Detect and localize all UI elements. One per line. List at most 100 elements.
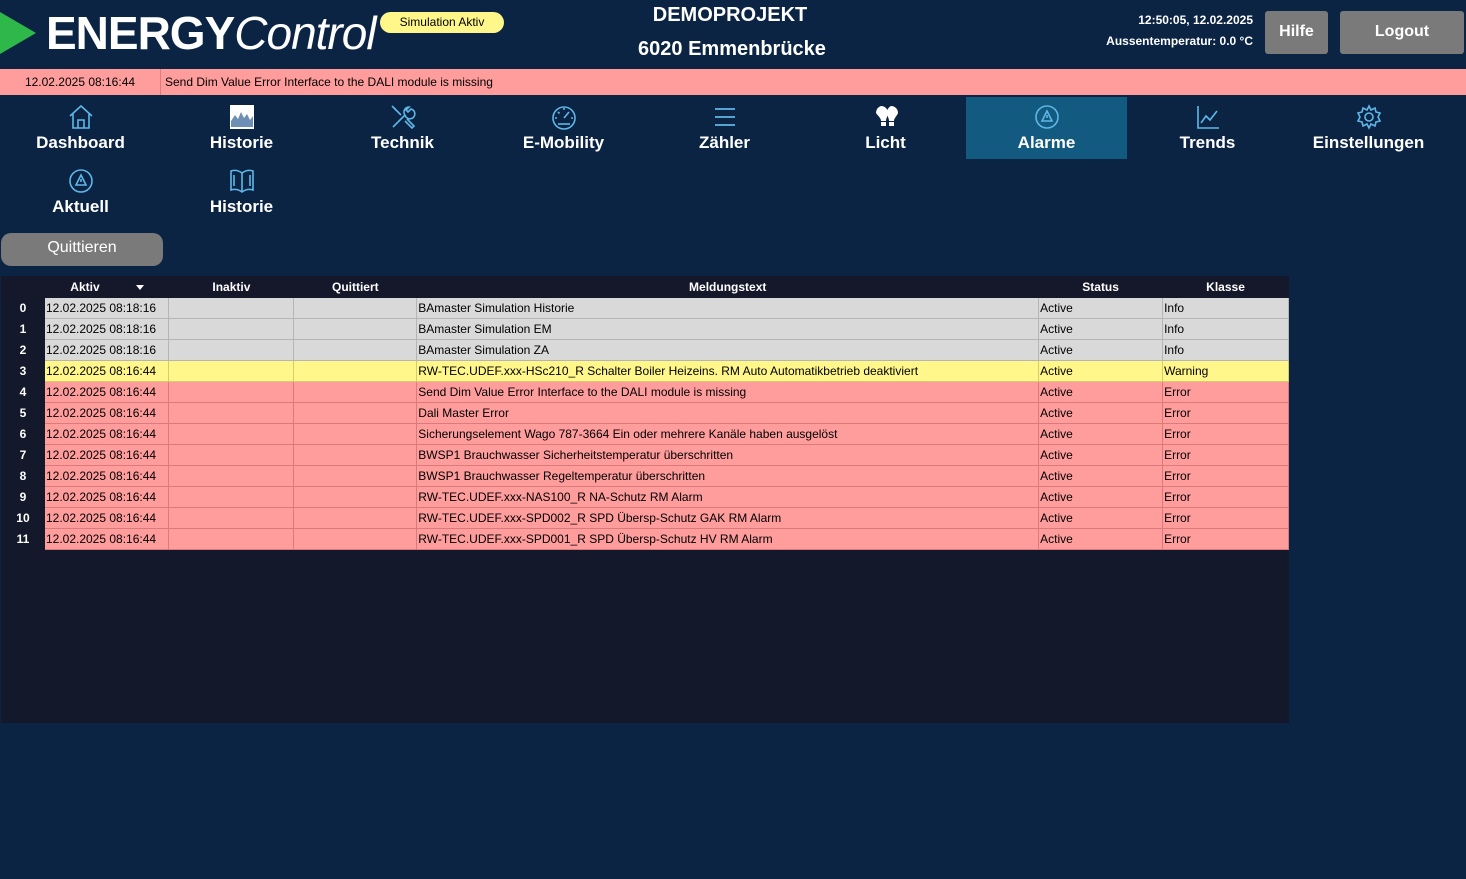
alarm-table-body: 0 12.02.2025 08:18:16 BAmaster Simulation … xyxy=(1,298,1289,550)
cell-quittiert xyxy=(293,381,418,403)
table-header-row: Aktiv Inaktiv Quittiert Meldungstext Sta… xyxy=(1,276,1289,298)
cell-aktiv: 12.02.2025 08:16:44 xyxy=(44,507,170,529)
nav-technik[interactable]: Technik xyxy=(322,97,483,159)
nav-label: E-Mobility xyxy=(522,133,605,152)
cell-inaktiv xyxy=(168,465,295,487)
acknowledge-button[interactable]: Quittieren xyxy=(1,233,163,266)
cell-inaktiv xyxy=(168,360,295,382)
cell-quittiert xyxy=(293,423,418,445)
subnav-label: Aktuell xyxy=(52,197,109,216)
column-header-inaktiv[interactable]: Inaktiv xyxy=(168,276,294,298)
nav-label: Zähler xyxy=(698,133,751,152)
cell-inaktiv xyxy=(168,486,295,508)
cell-inaktiv xyxy=(168,402,295,424)
book-icon xyxy=(161,167,322,195)
history-chart-icon xyxy=(161,103,322,131)
subnav-aktuell[interactable]: Aktuell xyxy=(0,161,161,223)
cell-meldungstext: BWSP1 Brauchwasser Regeltemperatur übers… xyxy=(416,465,1040,487)
cell-klasse: Info xyxy=(1162,318,1289,340)
cell-status: Active xyxy=(1038,528,1164,550)
cell-klasse: Error xyxy=(1162,507,1289,529)
alarm-icon xyxy=(966,103,1127,131)
row-index: 4 xyxy=(1,381,45,403)
gear-icon xyxy=(1288,103,1449,131)
nav-einstellungen[interactable]: Einstellungen xyxy=(1288,97,1449,159)
simulation-badge: Simulation Aktiv xyxy=(380,12,504,33)
gauge-icon xyxy=(483,103,644,131)
project-location: 6020 Emmenbrücke xyxy=(638,38,826,60)
row-index: 2 xyxy=(1,339,45,361)
cell-aktiv: 12.02.2025 08:18:16 xyxy=(44,339,170,361)
table-row[interactable]: 10 12.02.2025 08:16:44 RW-TEC.UDEF.xxx-SPD… xyxy=(1,507,1289,529)
cell-aktiv: 12.02.2025 08:16:44 xyxy=(44,465,170,487)
row-index: 3 xyxy=(1,360,45,382)
column-header-meldungstext[interactable]: Meldungstext xyxy=(416,276,1039,298)
table-row[interactable]: 1 12.02.2025 08:18:16 BAmaster Simulation … xyxy=(1,318,1289,340)
nav-alarme[interactable]: Alarme xyxy=(966,97,1127,159)
column-header-aktiv[interactable]: Aktiv xyxy=(44,276,169,298)
table-row[interactable]: 3 12.02.2025 08:16:44 RW-TEC.UDEF.xxx-HSc2… xyxy=(1,360,1289,382)
nav-dashboard[interactable]: Dashboard xyxy=(0,97,161,159)
logo-triangle-icon xyxy=(0,12,36,54)
cell-inaktiv xyxy=(168,444,295,466)
cell-inaktiv xyxy=(168,507,295,529)
table-row[interactable]: 8 12.02.2025 08:16:44 BWSP1 Brauchwasser R… xyxy=(1,465,1289,487)
cell-status: Active xyxy=(1038,486,1164,508)
cell-meldungstext: RW-TEC.UDEF.xxx-NAS100_R NA-Schutz RM Al… xyxy=(416,486,1040,508)
cell-klasse: Error xyxy=(1162,465,1289,487)
nav-historie[interactable]: Historie xyxy=(161,97,322,159)
cell-meldungstext: RW-TEC.UDEF.xxx-SPD002_R SPD Übersp-Schu… xyxy=(416,507,1040,529)
cell-status: Active xyxy=(1038,339,1164,361)
table-row[interactable]: 0 12.02.2025 08:18:16 BAmaster Simulation … xyxy=(1,298,1289,319)
nav-e-mobility[interactable]: E-Mobility xyxy=(483,97,644,159)
cell-quittiert xyxy=(293,486,418,508)
cell-aktiv: 12.02.2025 08:16:44 xyxy=(44,444,170,466)
cell-status: Active xyxy=(1038,402,1164,424)
cell-quittiert xyxy=(293,318,418,340)
table-row[interactable]: 4 12.02.2025 08:16:44 Send Dim Value Erro… xyxy=(1,381,1289,403)
cell-quittiert xyxy=(293,507,418,529)
bulb-icon xyxy=(805,103,966,131)
table-row[interactable]: 9 12.02.2025 08:16:44 RW-TEC.UDEF.xxx-NAS1… xyxy=(1,486,1289,508)
sort-desc-icon xyxy=(135,285,144,291)
cell-status: Active xyxy=(1038,507,1164,529)
column-header-klasse[interactable]: Klasse xyxy=(1162,276,1289,298)
row-index: 0 xyxy=(1,298,45,319)
table-row[interactable]: 2 12.02.2025 08:18:16 BAmaster Simulation … xyxy=(1,339,1289,361)
cell-quittiert xyxy=(293,339,418,361)
alert-banner[interactable]: 12.02.2025 08:16:44 Send Dim Value Error… xyxy=(0,69,1466,95)
table-row[interactable]: 11 12.02.2025 08:16:44 RW-TEC.UDEF.xxx-SPD… xyxy=(1,528,1289,550)
cell-meldungstext: BAmaster Simulation ZA xyxy=(416,339,1040,361)
nav-trends[interactable]: Trends xyxy=(1127,97,1288,159)
cell-meldungstext: RW-TEC.UDEF.xxx-SPD001_R SPD Übersp-Schu… xyxy=(416,528,1040,550)
logo: ENERGYControl xyxy=(46,7,377,59)
subnav-label: Historie xyxy=(209,197,274,216)
nav-label: Historie xyxy=(209,133,274,152)
table-row[interactable]: 6 12.02.2025 08:16:44 Sicherungselement Wa… xyxy=(1,423,1289,445)
cell-status: Active xyxy=(1038,298,1164,319)
cell-status: Active xyxy=(1038,444,1164,466)
cell-aktiv: 12.02.2025 08:18:16 xyxy=(44,318,170,340)
cell-meldungstext: Dali Master Error xyxy=(416,402,1040,424)
cell-meldungstext: Send Dim Value Error Interface to the DA… xyxy=(416,381,1040,403)
help-button[interactable]: Hilfe xyxy=(1265,11,1328,54)
home-icon xyxy=(0,103,161,131)
cell-inaktiv xyxy=(168,528,295,550)
project-title: DEMOPROJEKT xyxy=(652,4,808,26)
logout-button[interactable]: Logout xyxy=(1340,11,1464,54)
table-row[interactable]: 5 12.02.2025 08:16:44 Dali Master Error Ac… xyxy=(1,402,1289,424)
subnav-historie[interactable]: Historie xyxy=(161,161,322,223)
cell-klasse: Error xyxy=(1162,423,1289,445)
alarm-icon xyxy=(0,167,161,195)
column-header-status[interactable]: Status xyxy=(1038,276,1163,298)
cell-status: Active xyxy=(1038,381,1164,403)
nav-licht[interactable]: Licht xyxy=(805,97,966,159)
cell-inaktiv xyxy=(168,339,295,361)
cell-klasse: Error xyxy=(1162,381,1289,403)
table-row[interactable]: 7 12.02.2025 08:16:44 BWSP1 Brauchwasser S… xyxy=(1,444,1289,466)
cell-klasse: Warning xyxy=(1162,360,1289,382)
cell-inaktiv xyxy=(168,318,295,340)
nav-zaehler[interactable]: Zähler xyxy=(644,97,805,159)
cell-meldungstext: BAmaster Simulation EM xyxy=(416,318,1040,340)
column-header-quittiert[interactable]: Quittiert xyxy=(293,276,417,298)
